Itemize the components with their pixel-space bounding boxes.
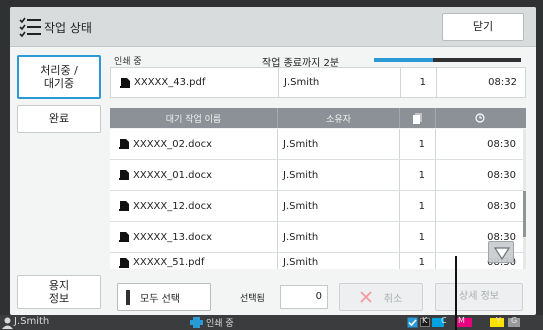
job-name: XXXXX_13.docx (133, 231, 213, 243)
tab-completed[interactable]: 완료 (17, 105, 101, 133)
tab-label-line2: 정보 (48, 292, 70, 305)
job-owner: J.Smith (278, 160, 400, 190)
status-activity: 인쇄 중 (206, 319, 234, 329)
clock-icon (475, 113, 485, 123)
toggle-indicator (126, 289, 130, 305)
select-all-button[interactable]: 모두 선택 (117, 283, 211, 311)
close-icon (360, 291, 372, 303)
tab-label-line1: 용지 (48, 278, 70, 292)
table-row[interactable]: XXXXX_12.docx J.Smith 1 08:30 (110, 191, 526, 222)
job-copies: 1 (400, 222, 436, 252)
printing-label: 인쇄 중 (114, 57, 142, 67)
queue-table-body: XXXXX_02.docx J.Smith 1 08:30 XXXXX_01.d… (110, 129, 526, 269)
table-row[interactable]: XXXXX_01.docx J.Smith 1 08:30 (110, 160, 526, 191)
status-bar: J.Smith 인쇄 중 K C M Y G (0, 315, 543, 330)
page-title: 작업 상태 (44, 21, 92, 35)
job-copies: 1 (400, 129, 436, 159)
ink-label-y: Y (496, 316, 501, 325)
job-copies: 1 (401, 68, 437, 97)
job-name-cell: XXXXX_51.pdf (110, 253, 278, 269)
document-icon (119, 170, 129, 180)
header-bar: 작업 상태 닫기 (10, 7, 536, 47)
job-name: XXXXX_01.docx (133, 169, 213, 181)
job-name-cell: XXXXX_13.docx (110, 222, 278, 252)
job-time: 08:30 (487, 169, 516, 181)
table-row[interactable]: XXXXX_02.docx J.Smith 1 08:30 (110, 129, 526, 160)
job-name: XXXXX_43.pdf (134, 77, 206, 88)
table-row[interactable]: XXXXX_51.pdf J.Smith 1 08:30 (110, 253, 526, 269)
triangle-down-icon (493, 247, 511, 261)
job-name: XXXXX_51.pdf (133, 257, 205, 268)
close-button[interactable]: 닫기 (442, 13, 524, 41)
print-progress-bar (374, 58, 521, 62)
job-owner: J.Smith (279, 68, 401, 97)
user-icon (2, 317, 13, 329)
cancel-button[interactable]: 취소 (339, 283, 423, 311)
ink-label-k: K (422, 316, 428, 325)
job-time: 08:32 (488, 77, 517, 88)
ink-label-m: M (458, 316, 465, 325)
checkbox-icon (407, 317, 418, 328)
table-row[interactable]: XXXXX_13.docx J.Smith 1 08:30 (110, 222, 526, 253)
job-copies: 1 (400, 160, 436, 190)
ink-label-g: G (511, 316, 518, 325)
job-name: XXXXX_02.docx (133, 138, 213, 150)
selected-count: 0 (280, 285, 328, 309)
printer-icon (190, 317, 203, 328)
job-owner: J.Smith (278, 191, 400, 221)
tab-paper-info[interactable]: 용지 정보 (17, 275, 101, 309)
cancel-label: 취소 (383, 293, 403, 305)
current-job-row[interactable]: XXXXX_43.pdf J.Smith 1 08:32 (110, 67, 526, 98)
job-name-cell: XXXXX_01.docx (110, 160, 278, 190)
device-frame: 작업 상태 닫기 처리중 / 대기중 완료 용지 정보 인쇄 중 작업 종료까지… (0, 0, 543, 330)
tab-label-line2: 대기중 (43, 77, 75, 90)
queue-scrollbar[interactable] (523, 129, 526, 269)
document-icon (120, 77, 130, 88)
status-user: J.Smith (14, 316, 50, 327)
document-icon (119, 257, 129, 268)
column-header-time[interactable] (436, 108, 524, 128)
job-name-cell: XXXXX_02.docx (110, 129, 278, 159)
job-list-icon (19, 17, 41, 38)
job-time: 08:30 (487, 138, 516, 150)
details-button[interactable]: 상세 정보 (435, 283, 523, 311)
select-all-label: 모두 선택 (140, 293, 180, 305)
job-owner: J.Smith (278, 253, 400, 269)
column-header-job-name[interactable]: 대기 작업 이름 (110, 108, 278, 128)
scrollbar-thumb[interactable] (523, 191, 526, 237)
queue-table-header: 대기 작업 이름 소유자 (110, 108, 526, 128)
document-icon (119, 201, 129, 211)
job-copies: 1 (400, 191, 436, 221)
tab-processing-waiting[interactable]: 처리중 / 대기중 (17, 55, 101, 99)
job-name-cell: XXXXX_43.pdf (111, 68, 279, 97)
tab-label-line1: 처리중 / (40, 63, 78, 77)
document-icon (119, 139, 129, 149)
job-copies: 1 (400, 253, 436, 269)
job-owner: J.Smith (278, 129, 400, 159)
job-name: XXXXX_12.docx (133, 200, 213, 212)
document-icon (119, 232, 129, 242)
column-header-owner[interactable]: 소유자 (278, 108, 400, 128)
callout-line (455, 256, 457, 330)
selected-label: 선택됨 (240, 294, 265, 304)
progress-fill (374, 58, 433, 62)
tab-label: 완료 (48, 112, 70, 126)
job-name-cell: XXXXX_12.docx (110, 191, 278, 221)
job-time: 08:30 (487, 200, 516, 212)
job-status-panel: 작업 상태 닫기 처리중 / 대기중 완료 용지 정보 인쇄 중 작업 종료까지… (10, 7, 536, 315)
ink-label-c: C (441, 316, 447, 325)
column-header-copies[interactable] (400, 108, 436, 128)
job-owner: J.Smith (278, 222, 400, 252)
scroll-down-button[interactable] (488, 241, 514, 263)
pages-icon (412, 112, 422, 124)
